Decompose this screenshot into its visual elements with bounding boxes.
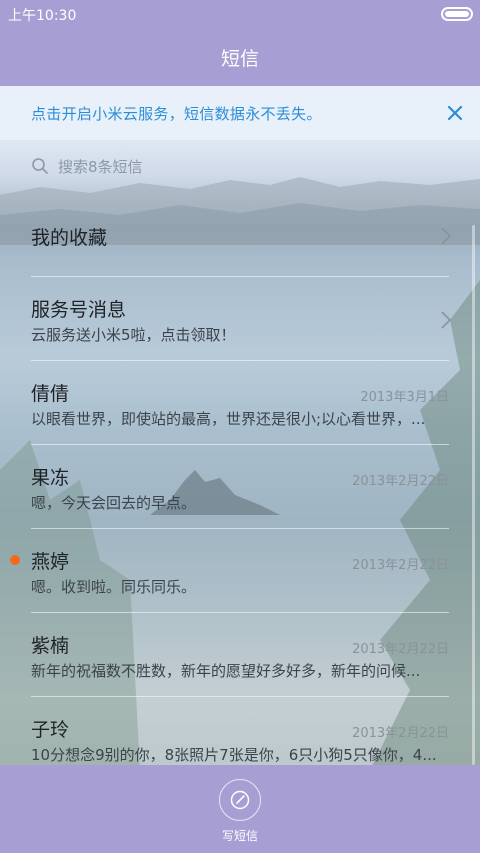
status-bar: 上午10:30	[0, 0, 480, 28]
status-time: 上午10:30	[8, 8, 77, 24]
title-bar: 短信	[0, 28, 480, 86]
message-date: 2013年2月22日	[352, 558, 449, 573]
contact-name: 果冻	[31, 467, 70, 489]
message-date: 2013年3月1日	[360, 390, 449, 405]
search-icon	[32, 158, 48, 174]
message-date: 2013年2月22日	[352, 642, 449, 657]
contact-name: 燕婷	[31, 551, 70, 573]
list-item-favorites[interactable]: 我的收藏	[0, 193, 480, 277]
message-date: 2013年2月22日	[352, 474, 449, 489]
conversation-item[interactable]: 紫楠 2013年2月22日 新年的祝福数不胜数，新年的愿望好多好多，新年的问候.…	[0, 613, 480, 697]
close-icon[interactable]	[444, 102, 466, 124]
list-item-name: 服务号消息	[31, 299, 127, 321]
compose-button[interactable]	[219, 779, 261, 821]
unread-indicator	[10, 555, 20, 565]
message-preview: 以眼看世界，即使站的最高，世界还是很小;以心看世界，...	[31, 410, 426, 428]
list-item-preview: 云服务送小米5啦，点击领取！	[31, 326, 236, 344]
page-title: 短信	[220, 47, 259, 70]
compose-label[interactable]: 写短信	[0, 827, 480, 844]
chevron-right-icon	[441, 311, 452, 329]
messages-screen: 上午10:30 短信 点击开启小米云服务，短信数据永不丢失。 搜索8条短信 我的…	[0, 0, 480, 853]
banner-text[interactable]: 点击开启小米云服务，短信数据永不丢失。	[31, 103, 322, 124]
chevron-right-icon	[441, 227, 452, 245]
list-item-name: 我的收藏	[31, 227, 108, 249]
compose-icon	[230, 790, 250, 810]
battery-icon	[441, 7, 473, 21]
list-item-service-messages[interactable]: 服务号消息 云服务送小米5啦，点击领取！	[0, 277, 480, 361]
message-preview: 新年的祝福数不胜数，新年的愿望好多好多，新年的问候...	[31, 662, 421, 680]
conversation-item[interactable]: 果冻 2013年2月22日 嗯，今天会回去的早点。	[0, 445, 480, 529]
scrollbar[interactable]	[472, 225, 475, 765]
search-input[interactable]: 搜索8条短信	[58, 156, 143, 177]
contact-name: 子玲	[31, 719, 70, 741]
message-preview: 10分想念9别的你，8张照片7张是你，6只小狗5只像你，4...	[31, 746, 437, 764]
search-bar[interactable]: 搜索8条短信	[0, 142, 480, 190]
bottom-bar: 写短信	[0, 765, 480, 853]
message-preview: 嗯，今天会回去的早点。	[31, 494, 197, 512]
contact-name: 倩倩	[31, 383, 70, 405]
conversation-item[interactable]: 倩倩 2013年3月1日 以眼看世界，即使站的最高，世界还是很小;以心看世界，.…	[0, 361, 480, 445]
contact-name: 紫楠	[31, 635, 70, 657]
message-preview: 嗯。收到啦。同乐同乐。	[31, 578, 197, 596]
message-date: 2013年2月22日	[352, 726, 449, 741]
cloud-service-banner[interactable]: 点击开启小米云服务，短信数据永不丢失。	[0, 86, 480, 140]
conversation-item-unread[interactable]: 燕婷 2013年2月22日 嗯。收到啦。同乐同乐。	[0, 529, 480, 613]
